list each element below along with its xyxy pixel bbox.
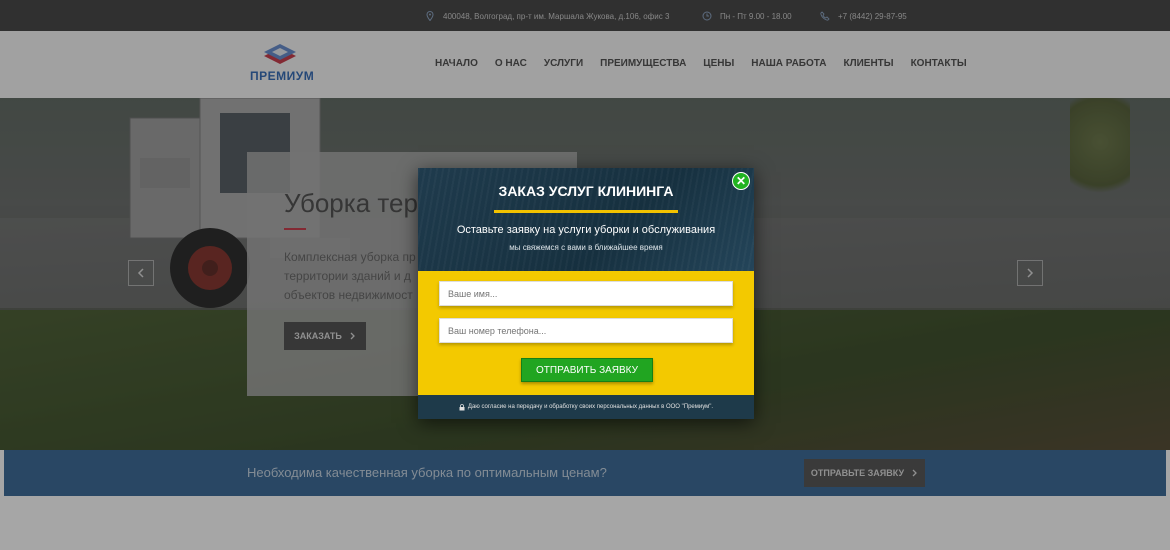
logo-mark-icon — [264, 44, 296, 64]
phone-input[interactable] — [439, 318, 733, 343]
hours-info: Пн - Пт 9.00 - 18.00 — [702, 11, 792, 21]
nav-item-services[interactable]: УСЛУГИ — [544, 58, 583, 69]
address-info: 400048, Волгоград, пр-т им. Маршала Жуко… — [425, 11, 669, 21]
modal-subtitle: Оставьте заявку на услуги уборки и обслу… — [456, 224, 716, 236]
phone-text[interactable]: +7 (8442) 29-87-95 — [838, 12, 907, 21]
cta-button-label: ОТПРАВЬТЕ ЗАЯВКУ — [810, 468, 905, 478]
map-pin-icon — [426, 11, 434, 21]
clock-icon — [702, 11, 712, 21]
logo[interactable]: ПРЕМИУМ — [250, 44, 314, 88]
modal-subtitle-secondary: мы свяжемся с вами в ближайшее время — [509, 243, 663, 252]
chevron-left-icon — [137, 268, 144, 278]
slider-prev-arrow[interactable] — [128, 260, 154, 286]
hours-text: Пн - Пт 9.00 - 18.00 — [720, 11, 792, 21]
consent-note: Даю согласие на передачу и обработку сво… — [418, 395, 754, 419]
nav-item-advantages[interactable]: ПРЕИМУЩЕСТВА — [600, 58, 686, 69]
hero-description: Комплексная уборка пр территории зданий … — [284, 250, 416, 302]
lock-icon — [459, 403, 465, 410]
consent-text: Даю согласие на передачу и обработку сво… — [467, 404, 714, 410]
order-modal: ЗАКАЗ УСЛУГ КЛИНИНГА Оставьте заявку на … — [418, 168, 754, 419]
site-header: ПРЕМИУМ НАЧАЛО О НАС УСЛУГИ ПРЕИМУЩЕСТВА… — [0, 31, 1170, 98]
phone-icon — [820, 11, 830, 21]
submit-request-button[interactable]: ОТПРАВИТЬ ЗАЯВКУ — [521, 358, 653, 382]
hero-title-underline — [284, 228, 306, 230]
top-info-bar: 400048, Волгоград, пр-т им. Маршала Жуко… — [0, 0, 1170, 31]
chevron-right-icon — [1027, 268, 1034, 278]
chevron-right-icon — [912, 469, 917, 477]
modal-title: ЗАКАЗ УСЛУГ КЛИНИНГА — [498, 183, 674, 199]
name-input[interactable] — [439, 281, 733, 306]
modal-title-bar — [494, 210, 678, 213]
cta-strip: Необходима качественная уборка по оптима… — [4, 450, 1166, 496]
cta-send-request-button[interactable]: ОТПРАВЬТЕ ЗАЯВКУ — [804, 459, 925, 487]
modal-form: ОТПРАВИТЬ ЗАЯВКУ — [418, 271, 754, 395]
order-button-label: ЗАКАЗАТЬ — [294, 331, 342, 341]
address-text: 400048, Волгоград, пр-т им. Маршала Жуко… — [443, 11, 670, 21]
cta-text: Необходима качественная уборка по оптима… — [247, 465, 607, 480]
phone-info: +7 (8442) 29-87-95 — [820, 11, 907, 21]
hero-title: Уборка терр — [284, 188, 433, 218]
nav-item-contacts[interactable]: КОНТАКТЫ — [911, 58, 967, 69]
logo-text: ПРЕМИУМ — [250, 69, 315, 83]
nav-item-our-work[interactable]: НАША РАБОТА — [751, 58, 826, 69]
main-nav: НАЧАЛО О НАС УСЛУГИ ПРЕИМУЩЕСТВА ЦЕНЫ НА… — [435, 58, 984, 69]
order-button[interactable]: ЗАКАЗАТЬ — [284, 322, 366, 350]
close-icon[interactable]: ✕ — [732, 172, 750, 190]
nav-item-clients[interactable]: КЛИЕНТЫ — [843, 58, 893, 69]
nav-item-prices[interactable]: ЦЕНЫ — [703, 58, 734, 69]
nav-item-home[interactable]: НАЧАЛО — [435, 58, 478, 69]
nav-item-about[interactable]: О НАС — [495, 58, 527, 69]
modal-header: ЗАКАЗ УСЛУГ КЛИНИНГА Оставьте заявку на … — [418, 168, 754, 271]
chevron-right-icon — [350, 332, 355, 340]
slider-next-arrow[interactable] — [1017, 260, 1043, 286]
